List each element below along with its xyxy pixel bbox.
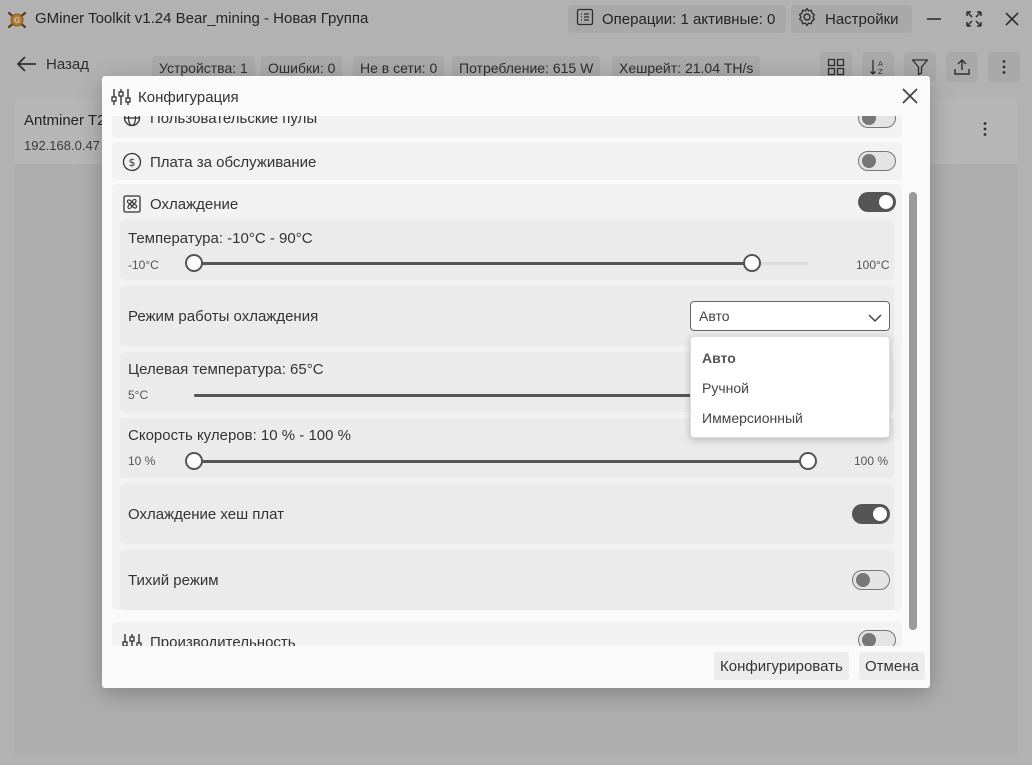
- section-label: Плата за обслуживание: [150, 154, 317, 171]
- dropdown-option-manual[interactable]: Ручной: [702, 380, 749, 396]
- quiet-mode-toggle[interactable]: [852, 570, 890, 590]
- temperature-min-thumb[interactable]: [185, 254, 203, 272]
- chevron-down-icon: [868, 310, 882, 326]
- sliders-icon: [122, 632, 142, 646]
- section-header: Производительность: [112, 622, 902, 646]
- section-label: Производительность: [150, 634, 296, 646]
- dialog-scrollbar[interactable]: [909, 192, 917, 630]
- sliders-icon: [111, 88, 131, 109]
- cooling-mode-select[interactable]: Авто: [690, 301, 890, 331]
- section-label: Охлаждение: [150, 196, 239, 213]
- quiet-mode-label: Тихий режим: [128, 572, 219, 589]
- cooling-toggle[interactable]: [858, 192, 896, 212]
- globe-icon: [122, 116, 142, 128]
- fan-icon: [122, 194, 142, 214]
- hashboard-cooling-label: Охлаждение хеш плат: [128, 506, 285, 523]
- toggle-knob: [862, 153, 876, 168]
- temperature-min-label: -10°C: [128, 258, 159, 272]
- temperature-range-title: Температура: -10°C - 90°C: [128, 230, 313, 247]
- fan-speed-min-label: 10 %: [128, 454, 156, 468]
- fan-speed-max-thumb[interactable]: [799, 452, 817, 470]
- toggle-knob: [862, 632, 876, 646]
- configure-button[interactable]: Конфигурировать: [714, 652, 849, 680]
- target-temperature-slider[interactable]: [194, 394, 694, 397]
- section-header: Пользовательские пулы: [112, 116, 902, 138]
- performance-toggle[interactable]: [858, 630, 896, 646]
- temperature-range-row: Температура: -10°C - 90°C -10°C 100°C: [120, 220, 894, 280]
- cooling-mode-selected: Авто: [699, 308, 730, 324]
- toggle-knob: [873, 507, 887, 521]
- section-header: Охлаждение: [112, 184, 902, 224]
- dialog-title: Конфигурация: [138, 89, 239, 106]
- cooling-mode-label: Режим работы охлаждения: [128, 308, 319, 325]
- temperature-max-thumb[interactable]: [743, 254, 762, 272]
- fan-speed-min-thumb[interactable]: [185, 452, 203, 470]
- dropdown-option-auto[interactable]: Авто: [702, 350, 736, 366]
- service-fee-toggle[interactable]: [858, 151, 896, 171]
- temperature-slider-track[interactable]: [194, 262, 808, 265]
- custom-pools-toggle[interactable]: [858, 116, 896, 128]
- section-label: Пользовательские пулы: [150, 116, 318, 127]
- dollar-coin-icon: $: [122, 152, 142, 172]
- hashboard-cooling-row: Охлаждение хеш плат: [120, 484, 894, 544]
- dialog-header: Конфигурация: [102, 76, 930, 116]
- fan-speed-slider-fill: [194, 460, 808, 463]
- temperature-max-label: 100°C: [856, 258, 890, 272]
- dialog-close-button[interactable]: [900, 86, 920, 106]
- hashboard-cooling-toggle[interactable]: [852, 504, 890, 524]
- toggle-knob: [879, 195, 893, 209]
- cancel-button[interactable]: Отмена: [859, 652, 925, 680]
- temperature-slider-fill: [194, 262, 753, 265]
- fan-speed-max-label: 100 %: [854, 454, 889, 468]
- section-custom-pools: Пользовательские пулы: [112, 116, 902, 138]
- target-temperature-title: Целевая температура: 65°C: [128, 361, 324, 378]
- section-header: $ Плата за обслуживание: [112, 142, 902, 182]
- fan-speed-title: Скорость кулеров: 10 % - 100 %: [128, 427, 351, 444]
- quiet-mode-row: Тихий режим: [120, 550, 894, 610]
- section-service-fee: $ Плата за обслуживание: [112, 142, 902, 180]
- dropdown-option-immersion[interactable]: Иммерсионный: [702, 410, 803, 426]
- close-icon: [902, 88, 918, 104]
- target-temperature-min-label: 5°C: [128, 388, 149, 402]
- dialog-footer: Конфигурировать Отмена: [102, 646, 930, 688]
- cooling-mode-dropdown: Авто Ручной Иммерсионный: [690, 336, 890, 438]
- scrollbar-thumb[interactable]: [909, 192, 917, 630]
- section-performance: Производительность: [112, 622, 902, 646]
- svg-text:$: $: [129, 156, 136, 169]
- toggle-knob: [862, 116, 876, 125]
- toggle-knob: [856, 572, 870, 587]
- fan-speed-slider-track[interactable]: [194, 460, 808, 463]
